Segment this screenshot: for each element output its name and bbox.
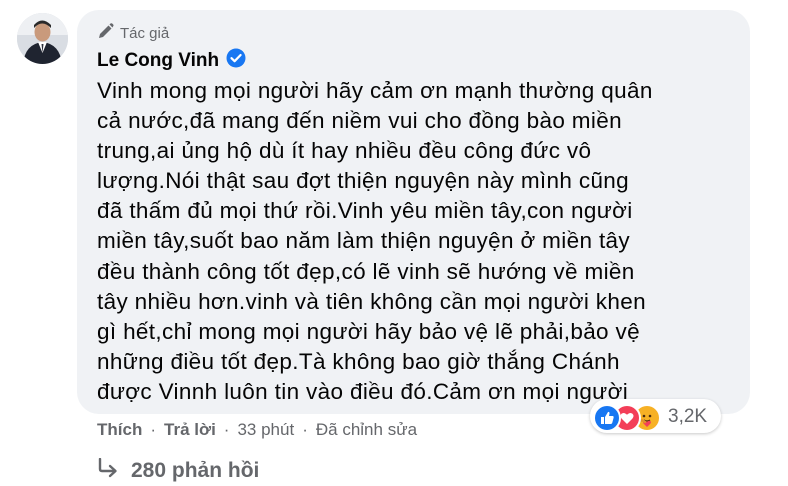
pencil-icon bbox=[97, 22, 114, 44]
replies-count-label[interactable]: 280 phản hồi bbox=[131, 459, 259, 483]
reaction-count: 3,2K bbox=[668, 406, 708, 427]
author-badge-label: Tác giả bbox=[120, 24, 170, 42]
reply-action[interactable]: Trả lời bbox=[164, 420, 216, 440]
author-name[interactable]: Le Cong Vinh bbox=[97, 48, 246, 74]
comment-line: Vinh mong mọi người hãy cảm ơn mạnh thườ… bbox=[97, 78, 653, 103]
timestamp-link[interactable]: 33 phút bbox=[237, 420, 294, 440]
comment-line: đều thành công tốt đẹp,có lẽ vinh sẽ hướ… bbox=[97, 258, 635, 284]
like-icon bbox=[593, 404, 621, 432]
separator-dot: · bbox=[223, 420, 230, 439]
reply-arrow-icon bbox=[97, 457, 119, 484]
author-avatar[interactable] bbox=[17, 13, 68, 64]
edited-label[interactable]: Đã chỉnh sửa bbox=[316, 420, 417, 440]
reactions-summary[interactable]: 3,2K bbox=[590, 399, 721, 433]
comment-line: đã thấm đủ mọi thứ rồi.Vinh yêu miền tây… bbox=[97, 198, 633, 224]
separator-dot: · bbox=[302, 420, 308, 439]
comment-line: những điều tốt đẹp.Tà không bao giờ thắn… bbox=[97, 348, 620, 374]
comment-line: cả nước,đã mang đến niềm vui cho đồng bà… bbox=[97, 108, 622, 134]
view-replies-link[interactable]: 280 phản hồi bbox=[97, 456, 259, 486]
author-badge: Tác giả bbox=[97, 22, 169, 44]
verified-badge-icon bbox=[226, 48, 246, 74]
comment-line: lượng.Nói thật sau đợt thiện nguyện này … bbox=[97, 168, 630, 194]
like-action[interactable]: Thích bbox=[97, 420, 142, 440]
comment-line: trung,ai ủng hộ dù ít hay nhiều đều công… bbox=[97, 138, 592, 164]
comment-text: Vinh mong mọi người hãy cảm ơn mạnh thườ… bbox=[97, 76, 737, 407]
comment-line: tây nhiều hơn.vinh và tiên không cần mọi… bbox=[97, 288, 646, 314]
comment-actions: Thích · Trả lời · 33 phút · Đã chỉnh sửa bbox=[97, 418, 417, 442]
comment-line: miền tây,suốt bao năm làm thiện nguyện ở… bbox=[97, 228, 631, 254]
author-name-text[interactable]: Le Cong Vinh bbox=[97, 50, 219, 72]
separator-dot: · bbox=[150, 420, 157, 439]
comment-line: gì hết,chỉ mong mọi người hãy bảo vệ lẽ … bbox=[97, 318, 640, 344]
